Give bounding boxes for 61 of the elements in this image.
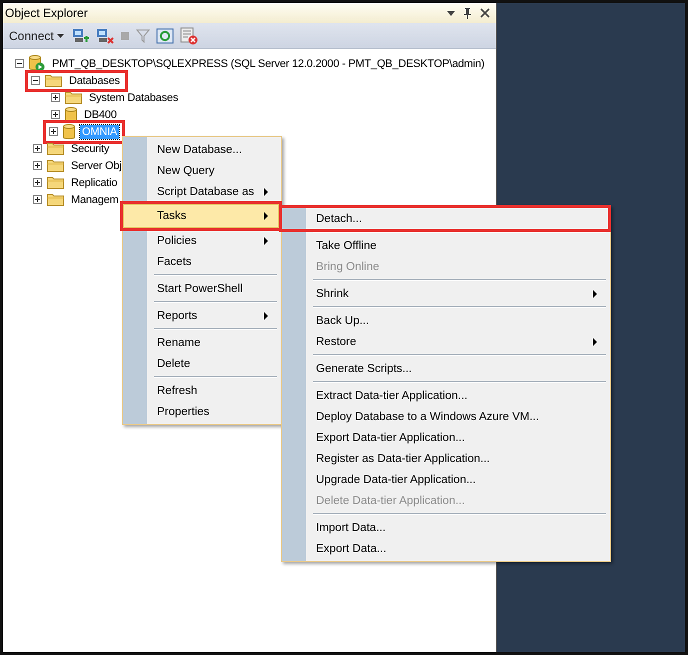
menu-item[interactable]: Reports — [123, 305, 279, 326]
menu-item[interactable]: Shrink — [282, 283, 608, 304]
menu-item[interactable]: Properties — [123, 401, 279, 422]
tree-node[interactable]: Replicatio — [69, 176, 120, 190]
expand-icon[interactable] — [33, 195, 42, 204]
expand-icon[interactable] — [33, 144, 42, 153]
menu-item[interactable]: Back Up... — [282, 310, 608, 331]
expand-icon[interactable] — [33, 161, 42, 170]
menu-item[interactable]: Register as Data-tier Application... — [282, 448, 608, 469]
connect-server-icon[interactable] — [72, 28, 90, 44]
menu-item[interactable]: Script Database as — [123, 181, 279, 202]
stop-script-icon[interactable] — [180, 26, 198, 44]
collapse-icon[interactable] — [15, 59, 24, 68]
caret-icon — [56, 34, 64, 38]
menu-item[interactable]: Deploy Database to a Windows Azure VM... — [282, 406, 608, 427]
menu-item[interactable]: Take Offline — [282, 235, 608, 256]
menu-item[interactable]: Extract Data-tier Application... — [282, 385, 608, 406]
menu-item[interactable]: Detach... — [282, 208, 608, 229]
pin-icon[interactable] — [463, 8, 472, 18]
menu-item[interactable]: Export Data-tier Application... — [282, 427, 608, 448]
menu-item[interactable]: Refresh — [123, 380, 279, 401]
menu-item[interactable]: Import Data... — [282, 517, 608, 538]
database-icon — [63, 124, 75, 140]
menu-item[interactable]: New Query — [123, 160, 279, 181]
menu-item[interactable]: New Database... — [123, 139, 279, 160]
tree-node[interactable]: Managem — [69, 192, 121, 206]
tree-node[interactable]: Databases — [67, 74, 122, 88]
menu-item[interactable]: Start PowerShell — [123, 278, 279, 299]
folder-icon — [47, 193, 64, 206]
database-icon — [65, 106, 77, 122]
menu-item[interactable]: Policies — [123, 230, 279, 251]
disconnect-server-icon[interactable] — [96, 28, 114, 44]
menu-item[interactable]: Rename — [123, 332, 279, 353]
tree-node[interactable]: PMT_QB_DESKTOP\SQLEXPRESS (SQL Server 12.0.2000 - PMT_QB_DESKTOP\admin) — [50, 56, 486, 70]
panel-title: Object Explorer — [5, 6, 88, 20]
menu-item[interactable]: Restore — [282, 331, 608, 352]
server-database-icon — [29, 55, 45, 72]
connect-button[interactable]: Connect — [7, 28, 66, 44]
tree-node[interactable]: Server Obj — [69, 158, 124, 172]
collapse-icon[interactable] — [31, 76, 40, 85]
tree-node[interactable]: Security — [69, 142, 112, 156]
close-icon[interactable] — [480, 8, 490, 18]
menu-item[interactable]: Export Data... — [282, 538, 608, 559]
folder-icon — [47, 159, 64, 172]
expand-icon[interactable] — [49, 127, 58, 136]
folder-icon — [47, 142, 64, 155]
folder-icon — [65, 91, 82, 104]
tree-node[interactable]: System Databases — [87, 90, 180, 104]
folder-icon — [45, 74, 62, 87]
expand-icon[interactable] — [33, 178, 42, 187]
menu-item[interactable]: Delete — [123, 353, 279, 374]
expand-icon[interactable] — [51, 110, 60, 119]
dropdown-icon[interactable] — [447, 10, 455, 16]
refresh-icon[interactable] — [156, 28, 174, 44]
tree-node[interactable]: DB400 — [82, 108, 119, 122]
folder-icon — [47, 176, 64, 189]
menu-item[interactable]: Tasks — [123, 204, 279, 228]
menu-item[interactable]: Facets — [123, 251, 279, 272]
menu-item[interactable]: Generate Scripts... — [282, 358, 608, 379]
menu-item[interactable]: Upgrade Data-tier Application... — [282, 469, 608, 490]
expand-icon[interactable] — [51, 93, 60, 102]
